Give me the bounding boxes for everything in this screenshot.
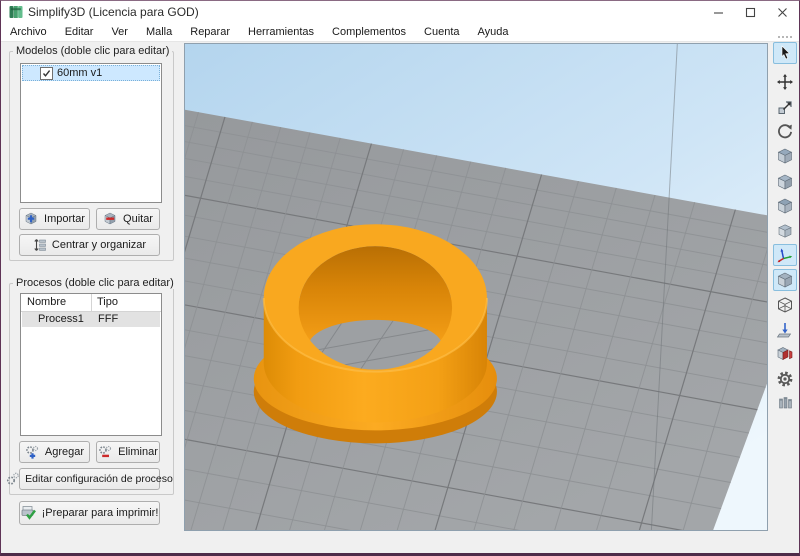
support-structures-button[interactable] <box>773 391 797 413</box>
process-row-process1[interactable]: Process1 FFF <box>22 312 160 327</box>
drop-arrow-icon <box>776 323 792 338</box>
solid-render-button[interactable] <box>773 269 797 291</box>
wireframe-render-button[interactable] <box>773 294 797 316</box>
maximize-button[interactable] <box>735 1 766 23</box>
cube-icon <box>778 224 792 238</box>
add-process-button[interactable]: Agregar <box>19 441 90 463</box>
edit-process-settings-label: Editar configuración de proceso <box>25 473 173 485</box>
menu-cuenta[interactable]: Cuenta <box>415 26 468 38</box>
center-arrange-button-label: Centrar y organizar <box>51 239 147 251</box>
axes-icon <box>777 248 793 263</box>
maximize-icon <box>745 7 756 17</box>
show-axes-button[interactable] <box>773 244 797 266</box>
toolbar-grip[interactable] <box>777 36 793 38</box>
translate-tool-button[interactable] <box>773 71 797 93</box>
close-button[interactable] <box>767 1 798 23</box>
menu-herramientas[interactable]: Herramientas <box>239 26 323 38</box>
edit-gears-icon <box>7 472 20 485</box>
select-tool-button[interactable] <box>773 42 797 64</box>
delete-process-button-label: Eliminar <box>118 446 158 458</box>
column-divider <box>91 294 92 311</box>
rotate-icon <box>778 124 792 139</box>
app-logo-icon <box>9 6 23 18</box>
models-list[interactable]: 60mm v1 <box>20 63 162 203</box>
remove-button-label: Quitar <box>123 213 153 225</box>
models-panel-title: Modelos (doble clic para editar) <box>13 45 173 57</box>
import-button-label: Importar <box>44 213 85 225</box>
scale-tool-button[interactable] <box>773 96 797 118</box>
delete-process-button[interactable]: Eliminar <box>96 441 160 463</box>
model-visibility-checkbox[interactable] <box>40 66 53 80</box>
column-header-nombre: Nombre <box>27 296 67 308</box>
cube-icon <box>777 198 793 214</box>
viewport-3d[interactable] <box>184 43 768 531</box>
cube-icon <box>777 174 793 190</box>
wireframe-cube-icon <box>778 297 792 313</box>
gear-icon <box>777 371 793 387</box>
prepare-to-print-button[interactable]: ¡Preparar para imprimir! <box>19 501 160 525</box>
remove-button[interactable]: Quitar <box>96 208 160 230</box>
simplify3d-window: Simplify3D (Licencia para GOD) Archivo E… <box>0 0 800 556</box>
add-gear-plus-icon <box>26 445 39 459</box>
prepare-to-print-label: ¡Preparar para imprimir! <box>41 507 159 519</box>
close-icon <box>778 7 787 17</box>
remove-cube-minus-icon <box>104 212 116 225</box>
view-default-button[interactable] <box>773 145 797 167</box>
add-process-button-label: Agregar <box>44 446 85 458</box>
process-table[interactable]: Nombre Tipo Process1 FFF <box>20 293 162 436</box>
menu-malla[interactable]: Malla <box>137 26 181 38</box>
process-name-cell: Process1 <box>38 313 84 325</box>
title-bar: Simplify3D (Licencia para GOD) <box>1 1 799 23</box>
view-side-button[interactable] <box>773 220 797 242</box>
center-arrange-button[interactable]: Centrar y organizar <box>19 234 160 256</box>
view-toolbar <box>771 36 799 531</box>
import-cube-plus-icon <box>25 212 37 225</box>
menu-archivo[interactable]: Archivo <box>1 26 56 38</box>
cross-section-icon <box>777 347 793 360</box>
minimize-icon <box>714 11 723 14</box>
menu-editar[interactable]: Editar <box>56 26 103 38</box>
cube-icon <box>777 148 793 164</box>
solid-cube-icon <box>777 272 793 288</box>
rotate-tool-button[interactable] <box>773 120 797 142</box>
menu-bar: Archivo Editar Ver Malla Reparar Herrami… <box>1 23 799 42</box>
scene-canvas <box>185 44 767 530</box>
model-60mm-ring[interactable] <box>253 224 497 444</box>
window-title: Simplify3D (Licencia para GOD) <box>28 5 199 19</box>
column-header-tipo: Tipo <box>97 296 118 308</box>
menu-ayuda[interactable]: Ayuda <box>469 26 518 38</box>
import-button[interactable]: Importar <box>19 208 90 230</box>
place-on-bed-button[interactable] <box>773 319 797 341</box>
view-top-button[interactable] <box>773 171 797 193</box>
center-arrange-icon <box>34 239 46 251</box>
checkmark-icon <box>42 69 51 77</box>
process-type-cell: FFF <box>98 313 119 325</box>
menu-reparar[interactable]: Reparar <box>181 26 239 38</box>
model-list-item-60mm[interactable]: 60mm v1 <box>22 65 160 81</box>
delete-gear-minus-icon <box>99 445 112 457</box>
cursor-icon <box>781 45 791 60</box>
cross-section-button[interactable] <box>773 343 797 365</box>
move-arrows-icon <box>777 74 793 90</box>
supports-icon <box>779 397 792 409</box>
view-front-button[interactable] <box>773 195 797 217</box>
model-item-label: 60mm v1 <box>57 67 103 79</box>
print-check-icon <box>21 506 36 520</box>
edit-process-settings-button[interactable]: Editar configuración de proceso <box>7 468 173 490</box>
menu-ver[interactable]: Ver <box>102 26 137 38</box>
minimize-button[interactable] <box>703 1 734 23</box>
scale-icon <box>778 101 792 114</box>
machine-settings-button[interactable] <box>773 368 797 390</box>
menu-complementos[interactable]: Complementos <box>323 26 415 38</box>
processes-panel-title: Procesos (doble clic para editar) <box>13 277 177 289</box>
